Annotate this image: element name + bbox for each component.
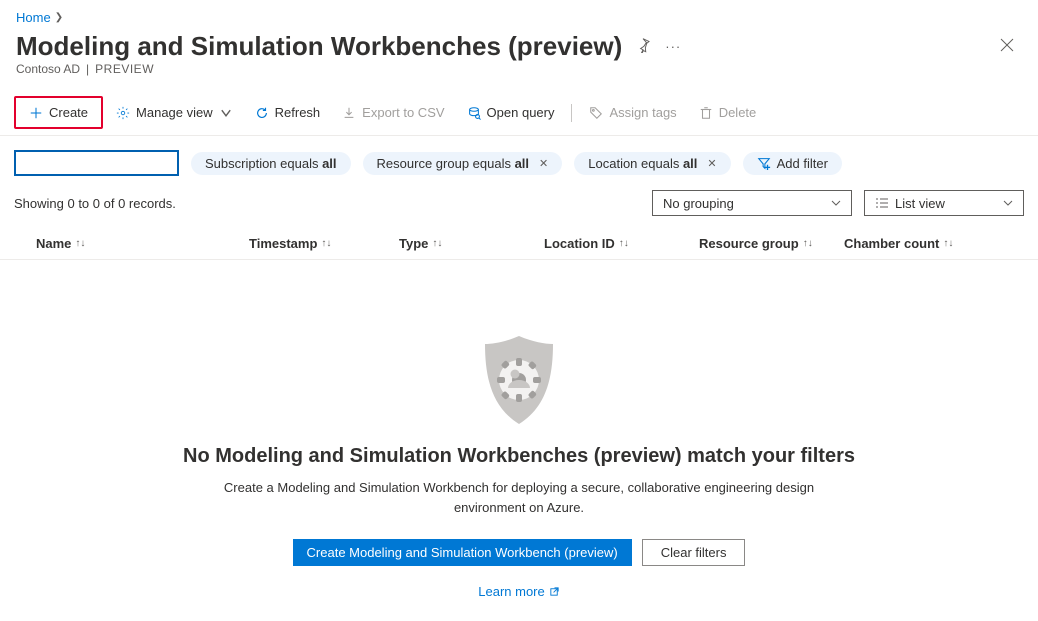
breadcrumb: Home ❯ [0,0,1038,29]
breadcrumb-home[interactable]: Home [16,10,51,25]
org-name: Contoso AD [16,62,80,76]
grouping-value: No grouping [663,196,734,211]
sort-icon: ↑↓ [75,238,85,249]
assign-tags-button: Assign tags [580,100,685,125]
filter-location[interactable]: Location equals all ✕ [574,152,730,175]
open-query-button[interactable]: Open query [458,100,564,125]
col-chamber-count[interactable]: Chamber count↑↓ [844,236,1024,251]
records-count: Showing 0 to 0 of 0 records. [14,196,176,211]
grouping-select[interactable]: No grouping [652,190,852,216]
view-value: List view [895,196,945,211]
open-query-label: Open query [487,105,555,120]
create-button[interactable]: Create [19,101,98,124]
export-csv-label: Export to CSV [362,105,444,120]
table-header: Name↑↓ Timestamp↑↓ Type↑↓ Location ID↑↓ … [0,228,1038,260]
sort-icon: ↑↓ [943,238,953,249]
sort-icon: ↑↓ [432,238,442,249]
filter-resource-group[interactable]: Resource group equals all ✕ [363,152,563,175]
sort-icon: ↑↓ [803,238,813,249]
delete-button: Delete [690,100,766,125]
col-name[interactable]: Name↑↓ [14,236,249,251]
learn-more-label: Learn more [478,584,544,599]
manage-view-label: Manage view [136,105,213,120]
create-button-highlight: Create [14,96,103,129]
create-workbench-button[interactable]: Create Modeling and Simulation Workbench… [293,539,632,566]
pin-icon[interactable] [636,38,651,56]
close-icon[interactable] [992,32,1022,61]
learn-more-link[interactable]: Learn more [478,584,559,599]
assign-tags-label: Assign tags [609,105,676,120]
refresh-button[interactable]: Refresh [246,100,330,125]
preview-badge: PREVIEW [95,62,154,76]
toolbar: Create Manage view Refresh Export to CSV… [0,90,1038,136]
manage-view-button[interactable]: Manage view [107,100,242,125]
col-location[interactable]: Location ID↑↓ [544,236,699,251]
clear-filters-button[interactable]: Clear filters [642,539,746,566]
col-timestamp[interactable]: Timestamp↑↓ [249,236,399,251]
refresh-label: Refresh [275,105,321,120]
col-type[interactable]: Type↑↓ [399,236,544,251]
sort-icon: ↑↓ [321,238,331,249]
filters-row: Subscription equals all Resource group e… [0,136,1038,186]
empty-title: No Modeling and Simulation Workbenches (… [0,445,1038,468]
more-icon[interactable]: ··· [665,39,681,54]
filter-sub-value: all [322,156,336,171]
search-input[interactable] [14,150,179,176]
filter-loc-value: all [683,156,697,171]
filter-subscription[interactable]: Subscription equals all [191,152,351,175]
page-title: Modeling and Simulation Workbenches (pre… [16,31,622,62]
toolbar-divider [571,104,572,122]
delete-label: Delete [719,105,757,120]
subheader: Contoso AD | PREVIEW [0,62,1038,90]
controls-row: Showing 0 to 0 of 0 records. No grouping… [0,186,1038,228]
close-icon[interactable]: ✕ [539,157,548,170]
export-csv-button: Export to CSV [333,100,453,125]
filter-rg-prefix: Resource group equals [377,156,515,171]
create-label: Create [49,105,88,120]
view-select[interactable]: List view [864,190,1024,216]
empty-state: No Modeling and Simulation Workbenches (… [0,260,1038,599]
filter-loc-prefix: Location equals [588,156,683,171]
sort-icon: ↑↓ [619,238,629,249]
add-filter-label: Add filter [777,156,828,171]
filter-sub-prefix: Subscription equals [205,156,322,171]
add-filter-button[interactable]: Add filter [743,152,842,175]
chevron-right-icon: ❯ [55,12,63,23]
close-icon[interactable]: ✕ [707,157,716,170]
shield-gear-icon [475,330,563,433]
col-resource-group[interactable]: Resource group↑↓ [699,236,844,251]
filter-rg-value: all [515,156,529,171]
empty-description: Create a Modeling and Simulation Workben… [189,478,849,517]
